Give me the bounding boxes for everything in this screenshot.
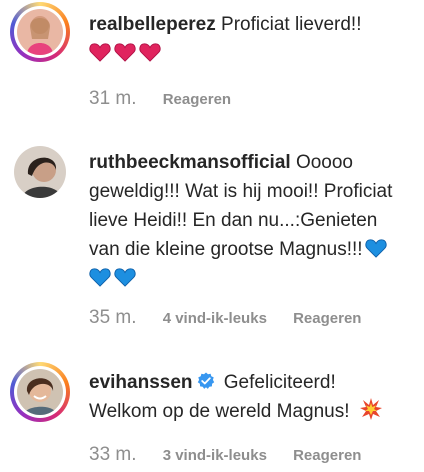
comment-username[interactable]: ruthbeeckmansofficial: [89, 152, 291, 173]
red-heart-icon: [139, 43, 161, 62]
avatar[interactable]: [10, 362, 70, 422]
comment-body: evihanssen Gefeliciteerd! Welkom op de w…: [89, 368, 409, 426]
red-heart-icon: [114, 43, 136, 62]
comment-body: realbelleperez Proficiat lieverd!!: [89, 10, 409, 68]
comment-time[interactable]: 33 m.: [89, 444, 137, 465]
comment-item: ruthbeeckmansofficial Ooooo geweldig!!! …: [0, 140, 424, 340]
comment-time[interactable]: 35 m.: [89, 307, 137, 328]
avatar[interactable]: [10, 2, 70, 62]
likes-count-button[interactable]: 3 vind-ik-leuks: [163, 447, 267, 464]
comment-meta: 35 m. 4 vind-ik-leuks Reageren: [89, 307, 383, 329]
collision-icon: [359, 398, 382, 420]
blue-heart-icon: [364, 239, 387, 258]
comment-text: Proficiat lieverd!!: [221, 14, 362, 35]
reply-button[interactable]: Reageren: [293, 310, 361, 327]
reply-button[interactable]: Reageren: [293, 447, 361, 464]
blue-heart-icon: [114, 268, 136, 287]
comment-username[interactable]: realbelleperez: [89, 14, 216, 35]
likes-count-button[interactable]: 4 vind-ik-leuks: [163, 310, 267, 327]
reply-button[interactable]: Reageren: [163, 91, 231, 108]
comment-body: ruthbeeckmansofficial Ooooo geweldig!!! …: [89, 148, 409, 293]
comment-username[interactable]: evihanssen: [89, 372, 193, 393]
comment-meta: 33 m. 3 vind-ik-leuks Reageren: [89, 444, 383, 466]
avatar[interactable]: [10, 142, 70, 202]
blue-heart-icon: [89, 268, 111, 287]
red-heart-icon: [89, 43, 111, 62]
comment-meta: 31 m. Reageren: [89, 88, 253, 110]
avatar-photo: [17, 369, 63, 415]
comment-item: realbelleperez Proficiat lieverd!! 31 m.…: [0, 0, 424, 120]
avatar-photo: [17, 9, 63, 55]
comment-time[interactable]: 31 m.: [89, 88, 137, 109]
avatar-photo: [14, 146, 66, 198]
comment-item: evihanssen Gefeliciteerd! Welkom op de w…: [0, 360, 424, 472]
verified-badge-icon: [197, 372, 214, 389]
emoji-group: [89, 43, 164, 64]
